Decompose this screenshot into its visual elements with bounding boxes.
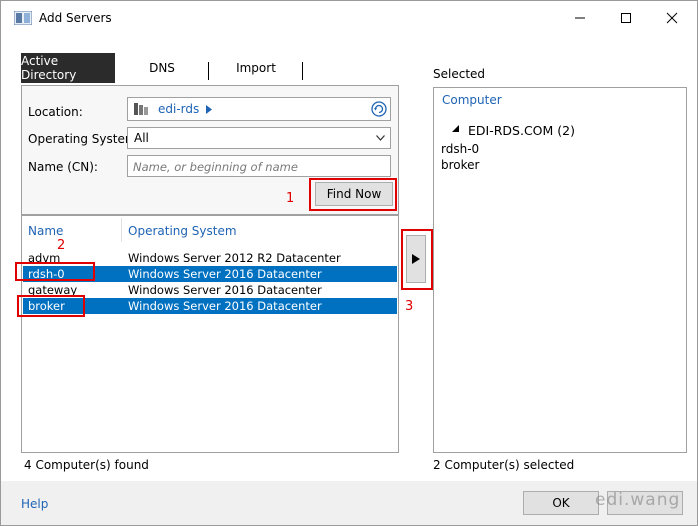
results-status: 4 Computer(s) found — [24, 458, 149, 472]
chevron-right-icon[interactable] — [206, 105, 212, 114]
column-header-computer[interactable]: Computer — [442, 93, 502, 107]
watermark: edi.wang — [595, 490, 681, 510]
annotation-number-2: 2 — [57, 238, 66, 253]
annotation-box-find-now — [309, 178, 397, 211]
annotation-number-1: 1 — [286, 191, 295, 206]
annotation-number-3: 3 — [405, 299, 414, 314]
results-list[interactable]: Name Operating System advm Windows Serve… — [21, 215, 399, 453]
refresh-icon[interactable] — [371, 101, 387, 117]
chevron-down-icon — [376, 135, 385, 141]
tab-separator — [208, 62, 209, 80]
window-title: Add Servers — [39, 11, 112, 25]
list-item[interactable]: rdsh-0 — [441, 142, 479, 156]
dialog-footer: Help OK edi.wang — [1, 481, 697, 525]
column-divider — [121, 218, 122, 242]
collapse-triangle-icon[interactable] — [452, 125, 459, 132]
domain-icon — [134, 103, 148, 115]
column-header-name[interactable]: Name — [28, 224, 63, 238]
app-icon — [14, 11, 32, 25]
os-label: Operating System: — [28, 132, 141, 146]
maximize-button[interactable] — [603, 1, 649, 35]
help-link[interactable]: Help — [21, 497, 48, 511]
row-os: Windows Server 2016 Datacenter — [128, 283, 322, 297]
location-field[interactable]: edi-rds — [127, 97, 391, 121]
os-select[interactable]: All — [127, 127, 391, 149]
close-button[interactable] — [649, 1, 695, 35]
os-select-value: All — [134, 131, 149, 145]
maximize-icon — [621, 13, 631, 23]
close-icon — [666, 12, 678, 24]
tab-dns[interactable]: DNS — [121, 53, 203, 83]
name-label: Name (CN): — [28, 160, 98, 174]
name-input-placeholder: Name, or beginning of name — [133, 160, 298, 174]
tab-active-directory[interactable]: Active Directory — [21, 53, 115, 83]
tab-separator — [302, 62, 303, 80]
tab-import[interactable]: Import — [211, 53, 301, 83]
minimize-icon — [575, 17, 585, 19]
add-servers-window: Add Servers Active Directory DNS Import … — [0, 0, 698, 526]
annotation-box-broker — [17, 295, 85, 317]
annotation-box-add-button — [401, 229, 433, 290]
name-input[interactable]: Name, or beginning of name — [127, 155, 391, 177]
selected-status: 2 Computer(s) selected — [433, 458, 575, 472]
location-label: Location: — [28, 105, 83, 119]
selected-list[interactable]: Computer EDI-RDS.COM (2) rdsh-0 broker — [433, 87, 687, 453]
minimize-button[interactable] — [557, 1, 603, 35]
annotation-box-rdsh-0 — [15, 262, 95, 281]
row-os: Windows Server 2012 R2 Datacenter — [128, 251, 341, 265]
selected-label: Selected — [433, 67, 486, 81]
column-header-os[interactable]: Operating System — [128, 224, 237, 238]
selected-group: EDI-RDS.COM (2) — [468, 123, 575, 138]
ok-button[interactable]: OK — [523, 491, 599, 515]
list-item[interactable]: broker — [441, 158, 479, 172]
row-os: Windows Server 2016 Datacenter — [128, 267, 322, 281]
row-os: Windows Server 2016 Datacenter — [128, 299, 322, 313]
location-value: edi-rds — [158, 102, 200, 116]
title-bar[interactable]: Add Servers — [1, 1, 697, 35]
